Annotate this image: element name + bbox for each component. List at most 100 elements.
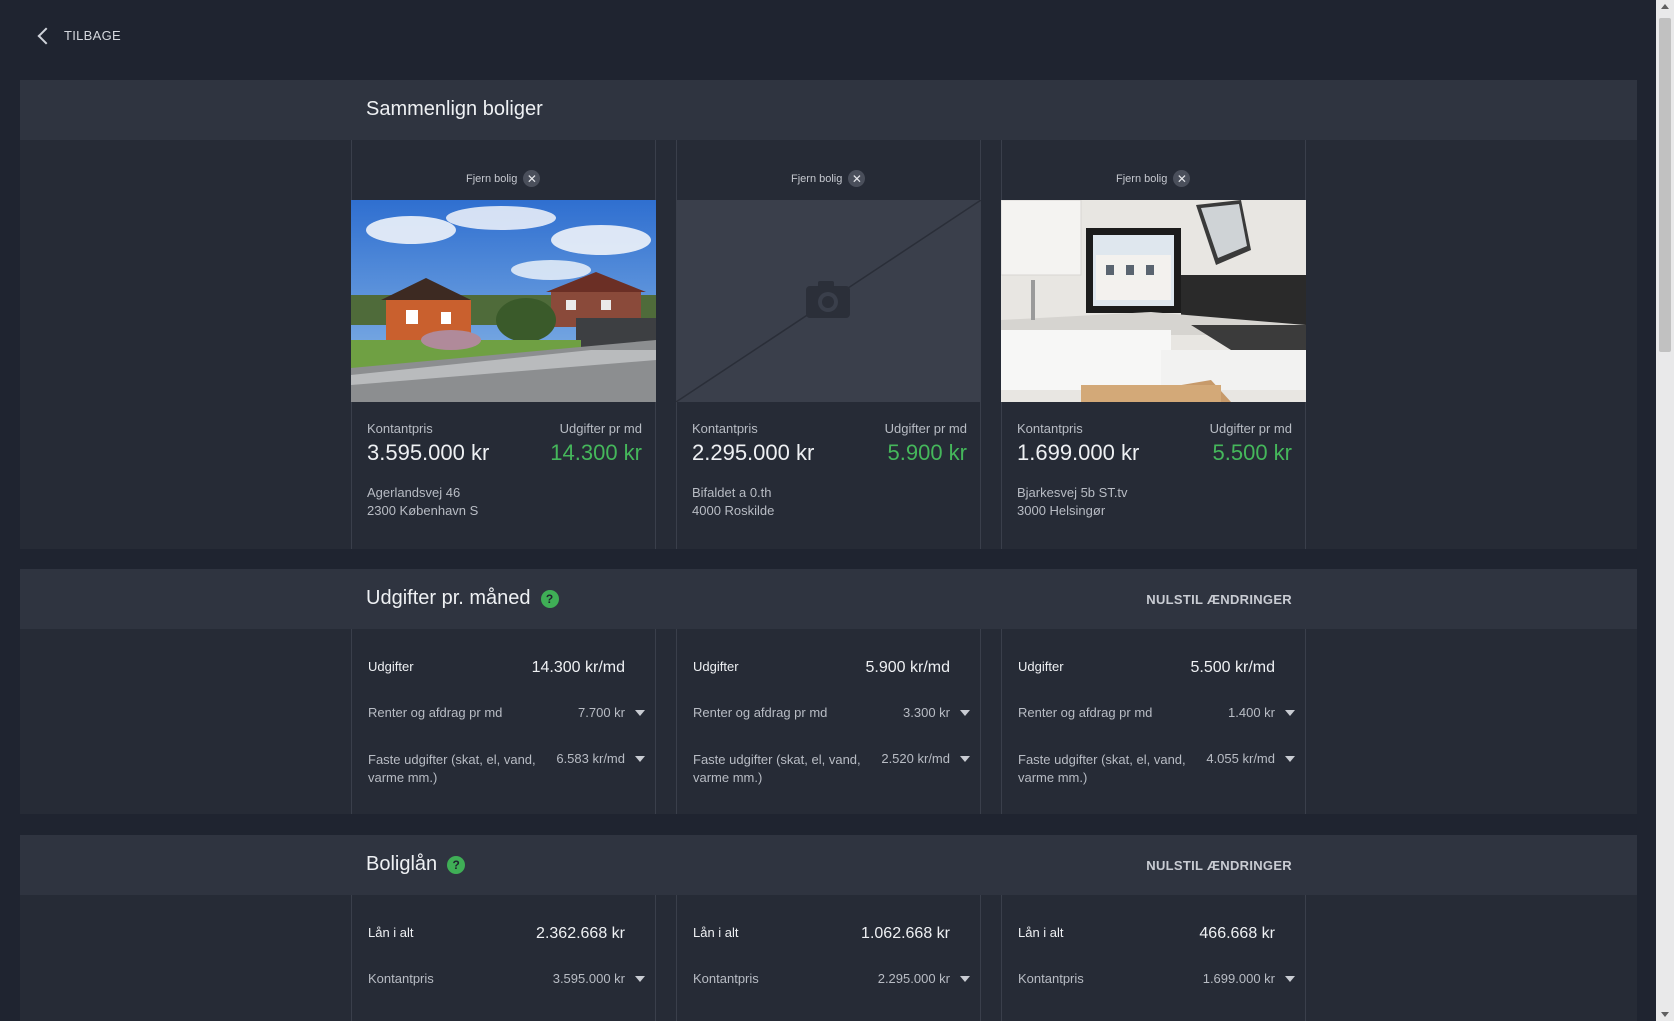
back-button[interactable]: TILBAGE — [36, 27, 122, 44]
fixed-value: 4.055 kr/md — [1206, 751, 1275, 766]
house-exterior-image — [351, 200, 656, 402]
help-icon[interactable]: ? — [447, 855, 466, 874]
address-city: 3000 Helsingør — [1017, 503, 1106, 518]
fixed-row: Faste udgifter (skat, el, vand, varme mm… — [693, 751, 970, 787]
interest-label: Renter og afdrag pr md — [368, 705, 503, 720]
monthly-value: 5.900 kr — [887, 440, 968, 465]
price-label: Kontantpris — [1017, 421, 1083, 436]
back-label: TILBAGE — [64, 28, 122, 43]
price-value: 3.595.000 kr — [367, 440, 490, 465]
expenses-total-value: 5.900 kr/md — [865, 659, 950, 676]
monthly-value: 5.500 kr — [1212, 440, 1293, 465]
address-city: 2300 København S — [367, 503, 479, 518]
fixed-value: 2.520 kr/md — [881, 751, 950, 766]
fixed-value: 6.583 kr/md — [556, 751, 625, 766]
loan-total-row: Lån i alt 1.062.668 kr — [693, 925, 970, 943]
loan-col-1: Lån i alt 2.362.668 kr Kontantpris 3.595… — [351, 895, 656, 1021]
address-street: Bifaldet a 0.th — [692, 485, 772, 500]
expenses-total-value: 5.500 kr/md — [1190, 659, 1275, 676]
compare-header: Sammenlign boliger — [20, 80, 1637, 140]
help-icon[interactable]: ? — [540, 589, 559, 608]
expenses-col-3: Udgifter 5.500 kr/md Renter og afdrag pr… — [1001, 629, 1306, 814]
chevron-down-icon[interactable] — [635, 710, 645, 716]
close-icon: ✕ — [1173, 170, 1191, 187]
chevron-down-icon[interactable] — [1285, 756, 1295, 762]
loan-price-label: Kontantpris — [1018, 971, 1084, 986]
interest-value: 1.400 kr — [1228, 705, 1275, 720]
loan-total-label: Lån i alt — [693, 925, 739, 940]
scroll-up-icon[interactable] — [1661, 4, 1669, 9]
expenses-total-row: Udgifter 5.900 kr/md — [693, 659, 970, 677]
reset-expenses-button[interactable]: NULSTIL ÆNDRINGER — [1146, 592, 1292, 607]
vertical-scrollbar[interactable] — [1656, 0, 1674, 1021]
home-info-3: Kontantpris 1.699.000 kr Udgifter pr md … — [1017, 421, 1292, 520]
loan-price-row: Kontantpris 2.295.000 kr — [693, 971, 970, 986]
scroll-down-icon[interactable] — [1661, 1012, 1669, 1017]
close-icon: ✕ — [523, 170, 541, 187]
chevron-down-icon[interactable] — [960, 756, 970, 762]
home-info-2: Kontantpris 2.295.000 kr Udgifter pr md … — [692, 421, 967, 520]
chevron-left-icon — [37, 27, 55, 44]
remove-home-button-3[interactable]: Fjern bolig ✕ — [1116, 170, 1191, 187]
chevron-down-icon[interactable] — [635, 756, 645, 762]
expenses-col-1: Udgifter 14.300 kr/md Renter og afdrag p… — [351, 629, 656, 814]
expenses-col-2: Udgifter 5.900 kr/md Renter og afdrag pr… — [676, 629, 981, 814]
chevron-down-icon[interactable] — [960, 976, 970, 982]
camera-icon — [806, 281, 850, 318]
home-info-1: Kontantpris 3.595.000 kr Udgifter pr md … — [367, 421, 642, 520]
close-icon: ✕ — [848, 170, 866, 187]
chevron-down-icon[interactable] — [960, 710, 970, 716]
monthly-value: 14.300 kr — [550, 440, 642, 465]
loan-price-label: Kontantpris — [368, 971, 434, 986]
loan-price-row: Kontantpris 3.595.000 kr — [368, 971, 645, 986]
loan-price-value: 3.595.000 kr — [552, 971, 625, 986]
expenses-title: Udgifter pr. måned — [366, 587, 531, 609]
interest-label: Renter og afdrag pr md — [693, 705, 828, 720]
kitchen-interior-image — [1001, 200, 1306, 402]
interest-row: Renter og afdrag pr md 1.400 kr — [1018, 705, 1295, 720]
loan-total-label: Lån i alt — [1018, 925, 1064, 940]
remove-home-button-1[interactable]: Fjern bolig ✕ — [466, 170, 541, 187]
chevron-down-icon[interactable] — [635, 976, 645, 982]
home-photo-2[interactable] — [676, 200, 981, 402]
loan-price-value: 2.295.000 kr — [877, 971, 950, 986]
remove-home-label: Fjern bolig — [791, 172, 843, 185]
scrollbar-thumb[interactable] — [1659, 18, 1671, 352]
expenses-total-row: Udgifter 5.500 kr/md — [1018, 659, 1295, 677]
interest-value: 3.300 kr — [903, 705, 950, 720]
remove-home-label: Fjern bolig — [466, 172, 518, 185]
loan-title: Boliglån — [366, 853, 438, 875]
price-label: Kontantpris — [692, 421, 758, 436]
price-label: Kontantpris — [367, 421, 433, 436]
fixed-label: Faste udgifter (skat, el, vand, varme mm… — [1018, 752, 1186, 785]
expenses-total-value: 14.300 kr/md — [531, 659, 625, 676]
expenses-total-label: Udgifter — [1018, 659, 1064, 674]
home-photo-1[interactable] — [351, 200, 656, 402]
price-value: 1.699.000 kr — [1017, 440, 1140, 465]
monthly-label: Udgifter pr md — [884, 421, 967, 436]
fixed-row: Faste udgifter (skat, el, vand, varme mm… — [1018, 751, 1295, 787]
loan-col-2: Lån i alt 1.062.668 kr Kontantpris 2.295… — [676, 895, 981, 1021]
fixed-label: Faste udgifter (skat, el, vand, varme mm… — [693, 752, 861, 785]
reset-loan-button[interactable]: NULSTIL ÆNDRINGER — [1146, 858, 1292, 873]
compare-title: Sammenlign boliger — [366, 98, 543, 120]
monthly-label: Udgifter pr md — [559, 421, 642, 436]
loan-header: Boliglån ? NULSTIL ÆNDRINGER — [20, 835, 1637, 895]
loan-col-3: Lån i alt 466.668 kr Kontantpris 1.699.0… — [1001, 895, 1306, 1021]
interest-value: 7.700 kr — [578, 705, 625, 720]
chevron-down-icon[interactable] — [1285, 976, 1295, 982]
expenses-total-row: Udgifter 14.300 kr/md — [368, 659, 645, 677]
loan-price-value: 1.699.000 kr — [1202, 971, 1275, 986]
monthly-label: Udgifter pr md — [1209, 421, 1292, 436]
loan-total-value: 466.668 kr — [1199, 925, 1275, 942]
home-photo-3[interactable] — [1001, 200, 1306, 402]
loan-total-row: Lån i alt 466.668 kr — [1018, 925, 1295, 943]
price-value: 2.295.000 kr — [692, 440, 815, 465]
remove-home-button-2[interactable]: Fjern bolig ✕ — [791, 170, 866, 187]
loan-total-label: Lån i alt — [368, 925, 414, 940]
placeholder-image — [676, 200, 981, 402]
address-city: 4000 Roskilde — [692, 503, 775, 518]
interest-row: Renter og afdrag pr md 3.300 kr — [693, 705, 970, 720]
address-street: Bjarkesvej 5b ST.tv — [1017, 485, 1128, 500]
chevron-down-icon[interactable] — [1285, 710, 1295, 716]
